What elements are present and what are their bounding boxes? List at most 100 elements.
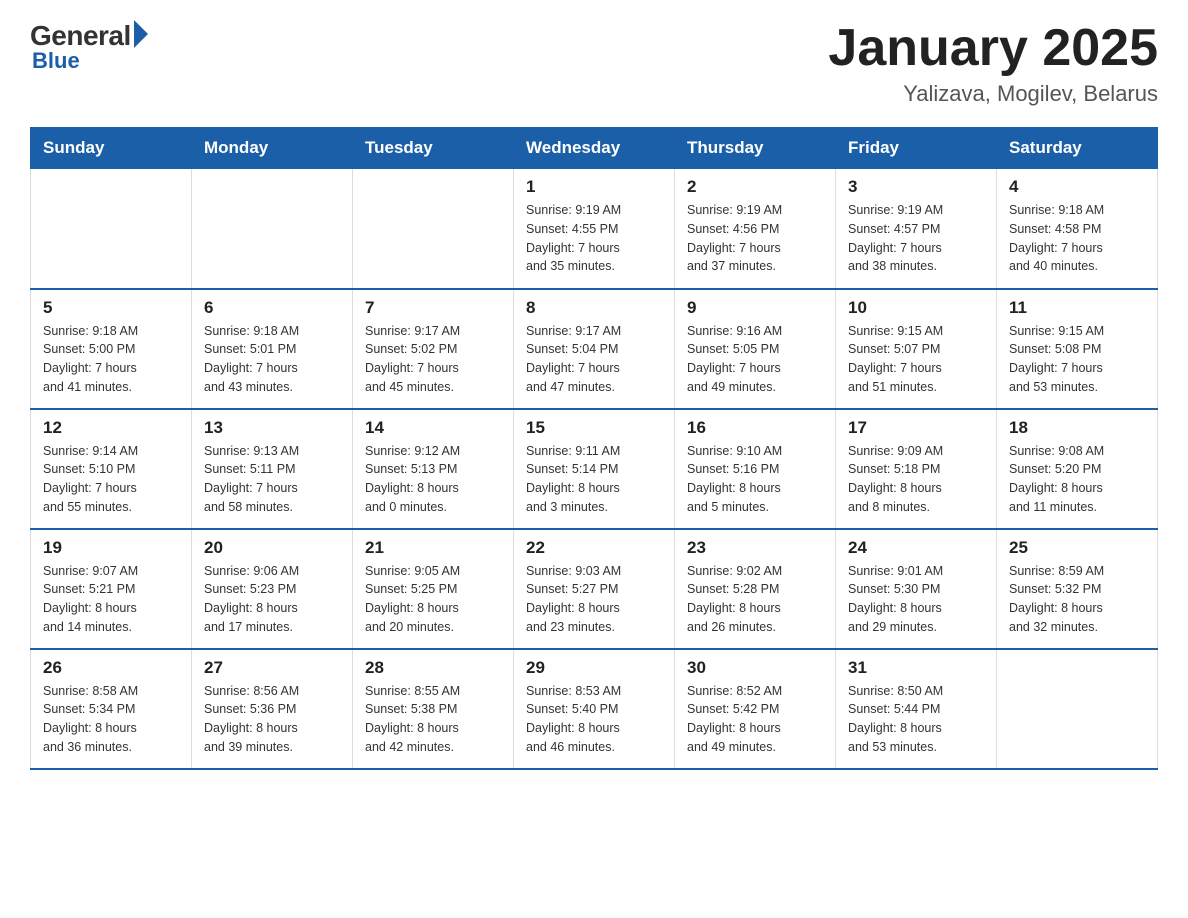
day-info: Sunrise: 8:53 AM Sunset: 5:40 PM Dayligh… — [526, 682, 662, 757]
logo-triangle-icon — [134, 20, 148, 48]
header-sunday: Sunday — [31, 128, 192, 169]
day-number: 16 — [687, 418, 823, 438]
day-number: 20 — [204, 538, 340, 558]
calendar-cell: 14Sunrise: 9:12 AM Sunset: 5:13 PM Dayli… — [353, 409, 514, 529]
day-number: 23 — [687, 538, 823, 558]
day-info: Sunrise: 8:56 AM Sunset: 5:36 PM Dayligh… — [204, 682, 340, 757]
calendar-cell: 27 Sunrise: 8:56 AM Sunset: 5:36 PM Dayli… — [192, 649, 353, 769]
calendar-cell: 5 Sunrise: 9:18 AM Sunset: 5:00 PM Daylig… — [31, 289, 192, 409]
day-number: 28 — [365, 658, 501, 678]
day-number: 27 — [204, 658, 340, 678]
header-friday: Friday — [836, 128, 997, 169]
calendar-cell: 28 Sunrise: 8:55 AM Sunset: 5:38 PM Dayli… — [353, 649, 514, 769]
day-number: 25 — [1009, 538, 1145, 558]
day-number: 5 — [43, 298, 179, 318]
day-info: Sunrise: 9:01 AM Sunset: 5:30 PM Dayligh… — [848, 562, 984, 637]
day-number: 10 — [848, 298, 984, 318]
day-info: Sunrise: 9:17 AM Sunset: 5:04 PM Dayligh… — [526, 322, 662, 397]
day-number: 24 — [848, 538, 984, 558]
day-number: 7 — [365, 298, 501, 318]
header-monday: Monday — [192, 128, 353, 169]
day-number: 30 — [687, 658, 823, 678]
calendar-cell: 3 Sunrise: 9:19 AM Sunset: 4:57 PM Daylig… — [836, 169, 997, 289]
calendar-cell — [353, 169, 514, 289]
calendar-cell: 26 Sunrise: 8:58 AM Sunset: 5:34 PM Dayli… — [31, 649, 192, 769]
calendar-cell: 24 Sunrise: 9:01 AM Sunset: 5:30 PM Dayli… — [836, 529, 997, 649]
title-section: January 2025 Yalizava, Mogilev, Belarus — [828, 20, 1158, 107]
day-info: Sunrise: 9:18 AM Sunset: 5:00 PM Dayligh… — [43, 322, 179, 397]
day-info: Sunrise: 8:59 AM Sunset: 5:32 PM Dayligh… — [1009, 562, 1145, 637]
week-row-3: 12 Sunrise: 9:14 AM Sunset: 5:10 PM Dayli… — [31, 409, 1158, 529]
calendar-cell: 8Sunrise: 9:17 AM Sunset: 5:04 PM Daylig… — [514, 289, 675, 409]
day-number: 19 — [43, 538, 179, 558]
day-info: Sunrise: 9:14 AM Sunset: 5:10 PM Dayligh… — [43, 442, 179, 517]
calendar-cell: 30 Sunrise: 8:52 AM Sunset: 5:42 PM Dayli… — [675, 649, 836, 769]
day-info: Sunrise: 8:50 AM Sunset: 5:44 PM Dayligh… — [848, 682, 984, 757]
day-info: Sunrise: 9:19 AM Sunset: 4:55 PM Dayligh… — [526, 201, 662, 276]
day-info: Sunrise: 9:06 AM Sunset: 5:23 PM Dayligh… — [204, 562, 340, 637]
calendar-cell: 2Sunrise: 9:19 AM Sunset: 4:56 PM Daylig… — [675, 169, 836, 289]
day-number: 12 — [43, 418, 179, 438]
calendar-cell — [997, 649, 1158, 769]
calendar-cell: 18Sunrise: 9:08 AM Sunset: 5:20 PM Dayli… — [997, 409, 1158, 529]
calendar-cell: 21 Sunrise: 9:05 AM Sunset: 5:25 PM Dayli… — [353, 529, 514, 649]
calendar-cell — [192, 169, 353, 289]
day-number: 1 — [526, 177, 662, 197]
location-title: Yalizava, Mogilev, Belarus — [828, 81, 1158, 107]
day-info: Sunrise: 9:12 AM Sunset: 5:13 PM Dayligh… — [365, 442, 501, 517]
day-number: 13 — [204, 418, 340, 438]
day-number: 3 — [848, 177, 984, 197]
header-wednesday: Wednesday — [514, 128, 675, 169]
day-info: Sunrise: 9:15 AM Sunset: 5:07 PM Dayligh… — [848, 322, 984, 397]
day-info: Sunrise: 9:17 AM Sunset: 5:02 PM Dayligh… — [365, 322, 501, 397]
day-info: Sunrise: 9:15 AM Sunset: 5:08 PM Dayligh… — [1009, 322, 1145, 397]
day-info: Sunrise: 9:13 AM Sunset: 5:11 PM Dayligh… — [204, 442, 340, 517]
day-info: Sunrise: 9:11 AM Sunset: 5:14 PM Dayligh… — [526, 442, 662, 517]
day-info: Sunrise: 8:52 AM Sunset: 5:42 PM Dayligh… — [687, 682, 823, 757]
day-info: Sunrise: 9:08 AM Sunset: 5:20 PM Dayligh… — [1009, 442, 1145, 517]
day-info: Sunrise: 9:18 AM Sunset: 4:58 PM Dayligh… — [1009, 201, 1145, 276]
calendar-cell: 15 Sunrise: 9:11 AM Sunset: 5:14 PM Dayli… — [514, 409, 675, 529]
day-info: Sunrise: 9:16 AM Sunset: 5:05 PM Dayligh… — [687, 322, 823, 397]
day-info: Sunrise: 9:19 AM Sunset: 4:56 PM Dayligh… — [687, 201, 823, 276]
calendar-cell: 7 Sunrise: 9:17 AM Sunset: 5:02 PM Daylig… — [353, 289, 514, 409]
calendar-cell — [31, 169, 192, 289]
calendar-cell: 6 Sunrise: 9:18 AM Sunset: 5:01 PM Daylig… — [192, 289, 353, 409]
calendar-cell: 23Sunrise: 9:02 AM Sunset: 5:28 PM Dayli… — [675, 529, 836, 649]
calendar-cell: 22 Sunrise: 9:03 AM Sunset: 5:27 PM Dayli… — [514, 529, 675, 649]
day-number: 17 — [848, 418, 984, 438]
day-info: Sunrise: 8:55 AM Sunset: 5:38 PM Dayligh… — [365, 682, 501, 757]
calendar-cell: 13 Sunrise: 9:13 AM Sunset: 5:11 PM Dayli… — [192, 409, 353, 529]
calendar-body: 1 Sunrise: 9:19 AM Sunset: 4:55 PM Daylig… — [31, 169, 1158, 769]
calendar-cell: 16 Sunrise: 9:10 AM Sunset: 5:16 PM Dayli… — [675, 409, 836, 529]
day-number: 29 — [526, 658, 662, 678]
day-number: 4 — [1009, 177, 1145, 197]
header-thursday: Thursday — [675, 128, 836, 169]
day-number: 15 — [526, 418, 662, 438]
day-number: 21 — [365, 538, 501, 558]
day-number: 6 — [204, 298, 340, 318]
calendar-cell: 4 Sunrise: 9:18 AM Sunset: 4:58 PM Daylig… — [997, 169, 1158, 289]
calendar-cell: 31 Sunrise: 8:50 AM Sunset: 5:44 PM Dayli… — [836, 649, 997, 769]
day-number: 22 — [526, 538, 662, 558]
day-number: 31 — [848, 658, 984, 678]
day-info: Sunrise: 9:19 AM Sunset: 4:57 PM Dayligh… — [848, 201, 984, 276]
week-row-2: 5 Sunrise: 9:18 AM Sunset: 5:00 PM Daylig… — [31, 289, 1158, 409]
calendar-table: SundayMondayTuesdayWednesdayThursdayFrid… — [30, 127, 1158, 770]
month-title: January 2025 — [828, 20, 1158, 77]
calendar-header: SundayMondayTuesdayWednesdayThursdayFrid… — [31, 128, 1158, 169]
calendar-cell: 20 Sunrise: 9:06 AM Sunset: 5:23 PM Dayli… — [192, 529, 353, 649]
calendar-cell: 12 Sunrise: 9:14 AM Sunset: 5:10 PM Dayli… — [31, 409, 192, 529]
day-number: 26 — [43, 658, 179, 678]
day-info: Sunrise: 9:09 AM Sunset: 5:18 PM Dayligh… — [848, 442, 984, 517]
header-row: SundayMondayTuesdayWednesdayThursdayFrid… — [31, 128, 1158, 169]
logo-blue-text: Blue — [30, 48, 80, 74]
day-info: Sunrise: 9:10 AM Sunset: 5:16 PM Dayligh… — [687, 442, 823, 517]
day-info: Sunrise: 8:58 AM Sunset: 5:34 PM Dayligh… — [43, 682, 179, 757]
logo: General Blue — [30, 20, 148, 74]
calendar-cell: 10 Sunrise: 9:15 AM Sunset: 5:07 PM Dayli… — [836, 289, 997, 409]
calendar-cell: 17 Sunrise: 9:09 AM Sunset: 5:18 PM Dayli… — [836, 409, 997, 529]
day-info: Sunrise: 9:03 AM Sunset: 5:27 PM Dayligh… — [526, 562, 662, 637]
day-info: Sunrise: 9:18 AM Sunset: 5:01 PM Dayligh… — [204, 322, 340, 397]
day-info: Sunrise: 9:05 AM Sunset: 5:25 PM Dayligh… — [365, 562, 501, 637]
